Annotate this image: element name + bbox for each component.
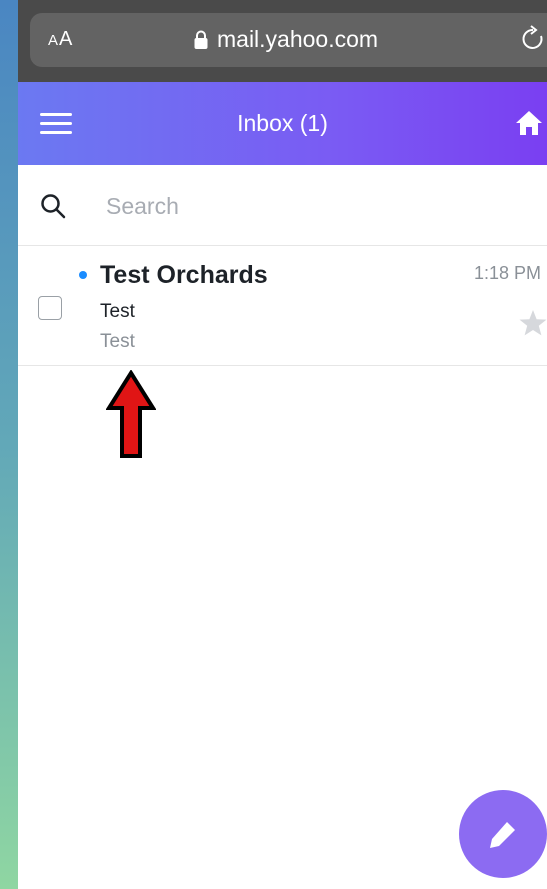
compose-pencil-icon bbox=[490, 822, 515, 848]
lock-icon bbox=[194, 30, 208, 49]
message-list-item[interactable]: Test Orchards Test Test 1:18 PM bbox=[18, 247, 547, 366]
url-text: mail.yahoo.com bbox=[217, 26, 379, 52]
text-size-button[interactable]: AA bbox=[48, 28, 73, 51]
message-time: 1:18 PM bbox=[474, 263, 542, 283]
message-checkbox[interactable] bbox=[38, 296, 62, 320]
browser-toolbar: AA mail.yahoo.com bbox=[18, 0, 547, 82]
home-icon[interactable] bbox=[514, 109, 544, 137]
app-header: Inbox (1) bbox=[18, 82, 547, 165]
phone-screen: AA mail.yahoo.com Inbox (1) Search Test … bbox=[18, 0, 547, 889]
search-input[interactable] bbox=[104, 187, 528, 225]
message-sender: Test Orchards bbox=[100, 261, 268, 289]
up-arrow-annotation bbox=[106, 370, 156, 458]
message-subject: Test bbox=[100, 301, 135, 322]
page-title: Inbox (1) bbox=[237, 110, 328, 136]
reload-icon[interactable] bbox=[521, 24, 547, 54]
search-icon[interactable] bbox=[40, 193, 66, 219]
address-bar-url[interactable]: mail.yahoo.com bbox=[193, 26, 378, 53]
star-icon[interactable] bbox=[518, 309, 547, 337]
unread-indicator bbox=[79, 271, 87, 279]
message-snippet: Test bbox=[100, 331, 135, 352]
search-bar bbox=[18, 165, 547, 246]
compose-button[interactable] bbox=[459, 790, 547, 878]
